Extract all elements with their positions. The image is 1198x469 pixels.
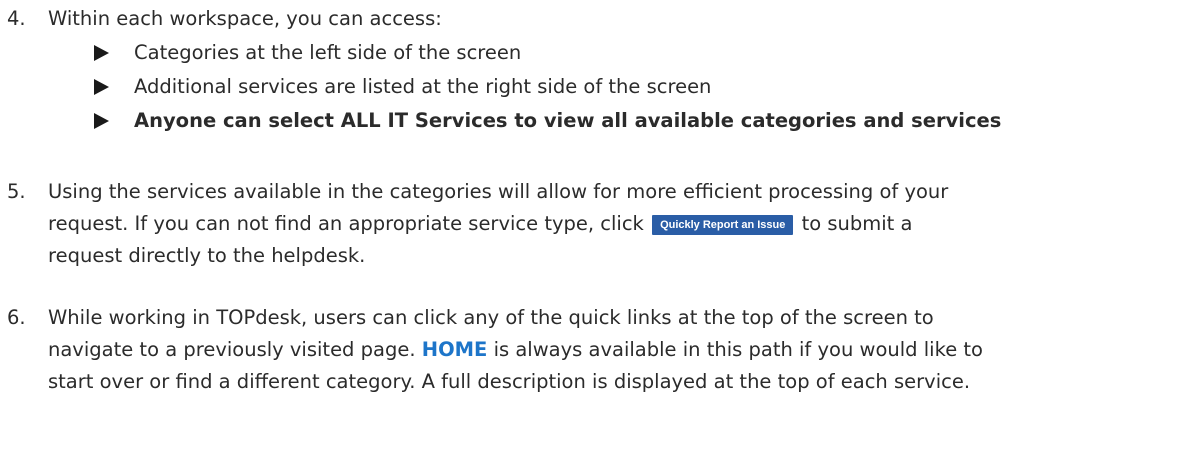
- arrow-bullet-icon: [94, 113, 109, 129]
- quickly-report-issue-button[interactable]: Quickly Report an Issue: [652, 215, 794, 235]
- step-text: request directly to the helpdesk.: [48, 244, 366, 267]
- arrow-bullet-icon: [94, 45, 109, 61]
- step-text: Using the services available in the cate…: [48, 180, 949, 203]
- step-text: navigate to a previously visited page.: [48, 338, 416, 361]
- step-6-line-2: navigate to a previously visited page. H…: [48, 337, 1188, 363]
- step-text: Within each workspace, you can access:: [48, 7, 442, 30]
- step-5-line-2: request. If you can not find an appropri…: [48, 211, 1188, 237]
- bullet-text: Additional services are listed at the ri…: [134, 75, 712, 98]
- step-number: 5.: [7, 180, 26, 203]
- home-link: HOME: [421, 338, 488, 361]
- step-text: While working in TOPdesk, users can clic…: [48, 306, 934, 329]
- step-number: 6.: [7, 306, 26, 329]
- step-5-line-3: request directly to the helpdesk.: [48, 243, 1188, 269]
- step-text: start over or find a different category.…: [48, 370, 971, 393]
- step-6-line-3: start over or find a different category.…: [48, 369, 1188, 395]
- step-text: to submit a: [801, 212, 913, 235]
- arrow-bullet-icon: [94, 79, 109, 95]
- bullet-text: Categories at the left side of the scree…: [134, 41, 522, 64]
- step-text: is always available in this path if you …: [493, 338, 983, 361]
- step-text: request. If you can not find an appropri…: [48, 212, 644, 235]
- document-page: 4. Within each workspace, you can access…: [0, 0, 1198, 469]
- bullet-text-bold: Anyone can select ALL IT Services to vie…: [134, 109, 1002, 132]
- step-number: 4.: [7, 7, 26, 30]
